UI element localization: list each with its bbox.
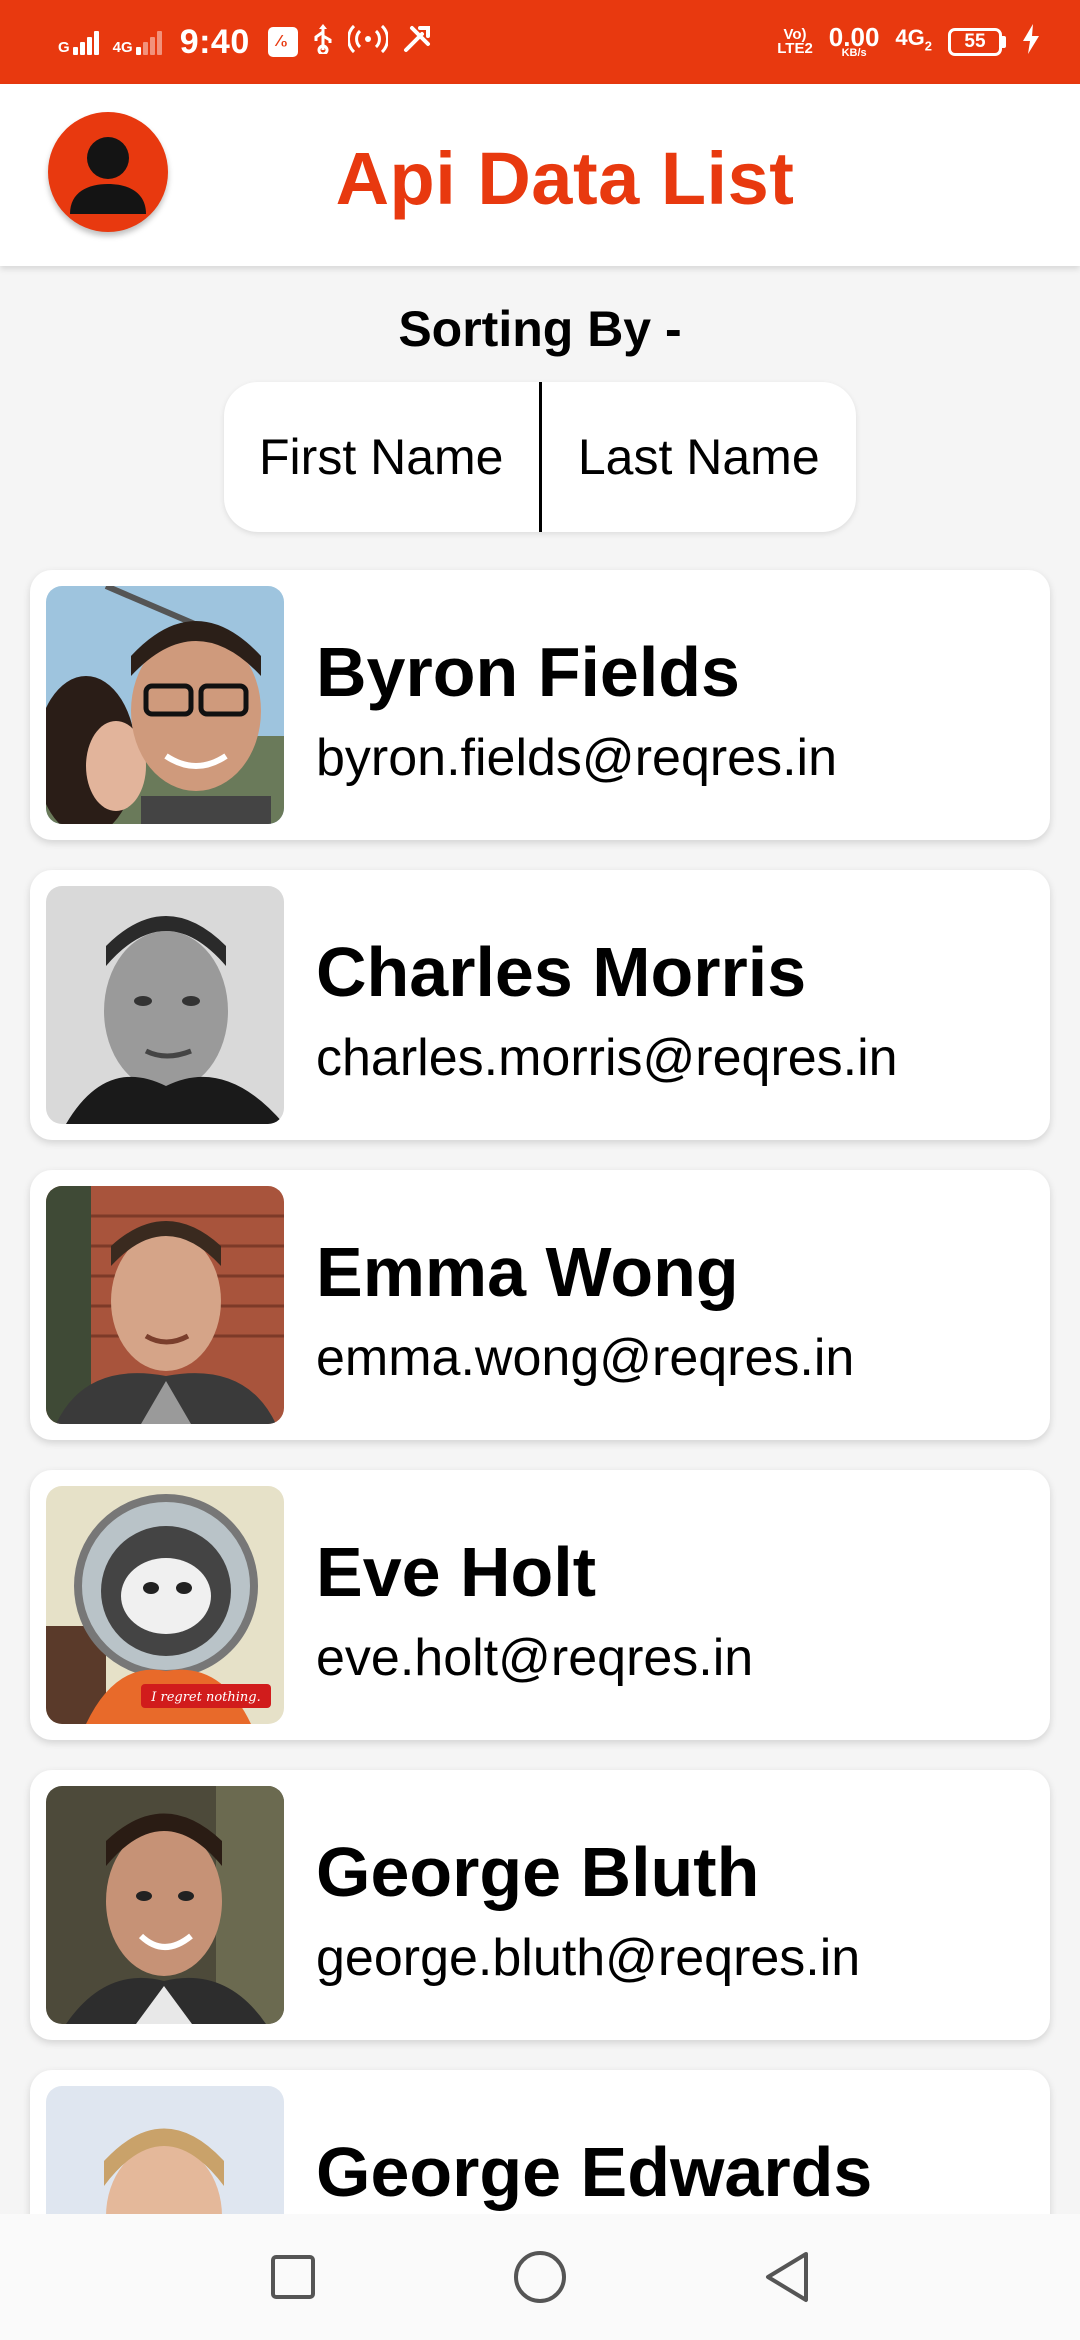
sim2-signal-icon: 4G: [113, 29, 162, 55]
charging-icon: [1022, 23, 1040, 61]
notification-box-icon: ⁄₀: [267, 27, 298, 57]
user-photo: [46, 1186, 284, 1424]
usb-icon: [312, 23, 334, 61]
user-name: Eve Holt: [316, 1533, 597, 1611]
photo-caption: I regret nothing.: [150, 1690, 261, 1705]
battery-icon: 55: [948, 28, 1006, 56]
sim1-signal-icon: G: [58, 29, 99, 55]
user-email: eve.holt@reqres.in: [316, 1629, 754, 1687]
home-circle-icon[interactable]: [505, 2242, 575, 2312]
user-email: george.bluth@reqres.in: [316, 1929, 861, 1987]
sort-first-name-button[interactable]: First Name: [224, 382, 539, 532]
user-email: byron.fields@reqres.in: [316, 729, 838, 787]
user-card[interactable]: George Bluth george.bluth@reqres.in: [30, 1770, 1050, 2040]
user-photo: I regret nothing.: [46, 1486, 284, 1724]
user-name: George Edwards: [316, 2133, 873, 2211]
volte-icon: Vo) LTE2: [777, 26, 813, 57]
user-email: charles.morris@reqres.in: [316, 1029, 898, 1087]
sim1-label: G: [58, 39, 70, 56]
status-time: 9:40: [179, 22, 250, 61]
user-email: emma.wong@reqres.in: [316, 1329, 855, 1387]
network-type-icon: 4G2: [895, 24, 932, 54]
user-name: Byron Fields: [316, 633, 740, 711]
sim2-label: 4G: [112, 39, 133, 56]
user-card[interactable]: Emma Wong emma.wong@reqres.in: [30, 1170, 1050, 1440]
user-card[interactable]: Byron Fields byron.fields@reqres.in: [30, 570, 1050, 840]
back-triangle-icon[interactable]: [752, 2242, 822, 2312]
user-name: Charles Morris: [316, 933, 807, 1011]
status-left: G 4G 9:40 ⁄₀: [58, 23, 432, 62]
recents-square-icon[interactable]: [258, 2242, 328, 2312]
network-speed: 0.00 KB/s: [828, 21, 880, 59]
page-title: Api Data List: [335, 137, 795, 220]
app-bar: Api Data List: [0, 84, 1080, 266]
user-photo: [46, 586, 284, 824]
screen: G 4G 9:40 ⁄₀ Vo) LTE2 0.00 KB/s 4G2 55 A…: [0, 0, 1080, 2340]
sorting-label: Sorting By -: [398, 301, 682, 357]
system-nav-bar: [0, 2214, 1080, 2340]
user-photo: [46, 886, 284, 1124]
user-name: Emma Wong: [316, 1233, 739, 1311]
user-photo: [46, 1786, 284, 2024]
user-card[interactable]: Charles Morris charles.morris@reqres.in: [30, 870, 1050, 1140]
sort-last-name-button[interactable]: Last Name: [542, 382, 857, 532]
status-bar: G 4G 9:40 ⁄₀ Vo) LTE2 0.00 KB/s 4G2 55: [0, 0, 1080, 84]
battery-level: 55: [948, 28, 1002, 56]
sort-toggle: First Name Last Name: [224, 382, 856, 532]
user-card[interactable]: I regret nothing. Eve Holt eve.holt@reqr…: [30, 1470, 1050, 1740]
hotspot-icon: [346, 24, 389, 61]
status-right: Vo) LTE2 0.00 KB/s 4G2 55: [777, 21, 1040, 61]
tools-icon: [402, 24, 432, 61]
user-name: George Bluth: [316, 1833, 760, 1911]
